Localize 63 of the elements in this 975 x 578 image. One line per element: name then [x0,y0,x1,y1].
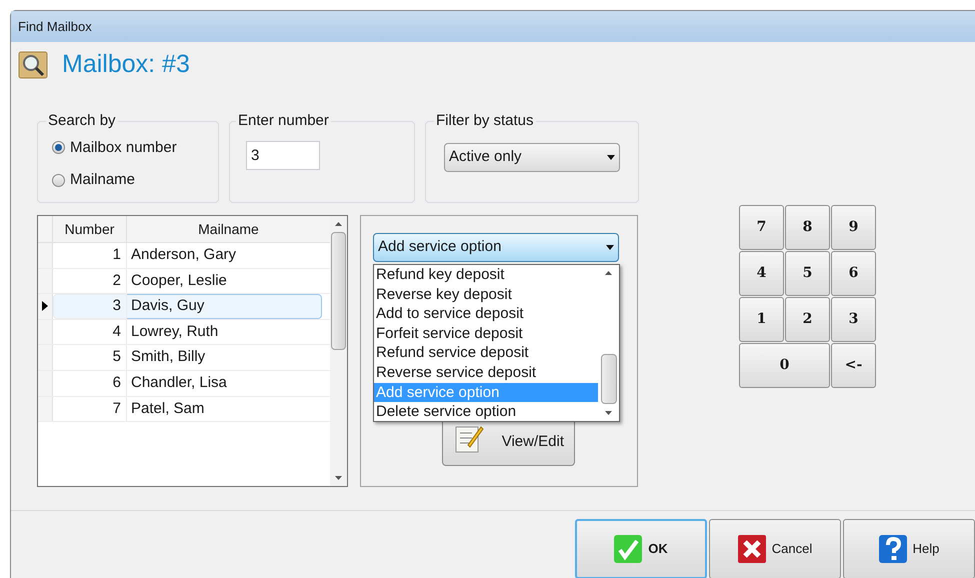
table-cell: 6 [53,370,127,396]
mailbox-title: Mailbox: #3 [62,48,190,80]
cancel-button[interactable]: Cancel [709,519,841,578]
scroll-down-icon[interactable] [335,476,342,480]
column-header[interactable]: Mailname [127,216,330,242]
caret-icon [606,245,614,250]
table-cell: 1 [53,243,127,268]
caret-icon [607,154,615,160]
radio-button[interactable] [52,141,65,154]
x-icon [738,535,766,563]
keypad-key[interactable]: 0 [739,343,830,388]
table-cell: 3 [53,294,127,319]
window-title: Find Mailbox [18,18,92,36]
group-label: Search by [47,111,117,131]
list-option[interactable]: Add to service deposit [374,304,598,324]
scroll-up-icon[interactable] [605,271,612,275]
ok-button[interactable]: OK [575,519,707,578]
keypad-key[interactable]: 2 [785,297,830,342]
keypad-key[interactable]: 1 [739,297,784,342]
keypad-key[interactable]: 3 [831,297,876,342]
scroll-up-icon[interactable] [335,222,342,226]
action-dropdown[interactable]: Add service option [373,233,619,262]
check-icon [614,535,642,563]
magnifier-icon [18,50,48,78]
question-icon [878,535,907,563]
list-option[interactable]: Refund key deposit [374,265,598,285]
scroll-thumb[interactable] [600,354,616,404]
group-label: Filter by status [435,111,535,131]
keypad-key[interactable]: <- [831,343,876,388]
scroll-thumb[interactable] [331,232,346,350]
list-option[interactable]: Reverse service deposit [374,362,598,383]
table-cell: 4 [53,320,127,344]
table-cell-text: Patel, Sam [130,398,206,419]
keypad-key[interactable]: 8 [785,205,830,250]
table-cell: 5 [53,345,127,370]
keypad-key[interactable]: 7 [739,205,784,250]
table-cell-text: Anderson, Gary [130,245,238,266]
row-header[interactable] [38,294,53,319]
scrollbar[interactable] [330,216,347,486]
radio-button[interactable] [52,174,65,187]
keypad-key[interactable]: 6 [831,251,876,296]
table-cell: 2 [53,268,127,294]
number-field[interactable]: 3 [246,140,320,170]
list-option[interactable]: Forfeit service deposit [374,324,598,344]
table-cell: Davis, Guy [127,294,322,319]
table-cell-text: Chandler, Lisa [130,373,228,394]
status-dropdown[interactable]: Active only [444,142,620,172]
current-row-icon [42,301,48,312]
list-option[interactable]: Reverse key deposit [374,284,598,304]
table-cell: 7 [53,396,127,422]
scroll-down-icon[interactable] [605,411,612,415]
radio-label[interactable]: Mailbox number [70,136,177,159]
keypad-key[interactable]: 5 [785,251,830,296]
keypad-key[interactable]: 9 [831,205,876,250]
list-option[interactable]: Refund service deposit [374,343,598,363]
radio-label[interactable]: Mailname [70,169,136,192]
table-cell-text: Smith, Billy [130,347,206,368]
keypad-key[interactable]: 4 [739,251,784,296]
column-header[interactable]: Number [53,216,127,242]
group-label: Enter number [237,111,330,131]
table-cell-text: Lowrey, Ruth [130,322,220,342]
table-cell-text: Cooper, Leslie [130,270,228,291]
help-button[interactable]: Help [843,519,975,578]
